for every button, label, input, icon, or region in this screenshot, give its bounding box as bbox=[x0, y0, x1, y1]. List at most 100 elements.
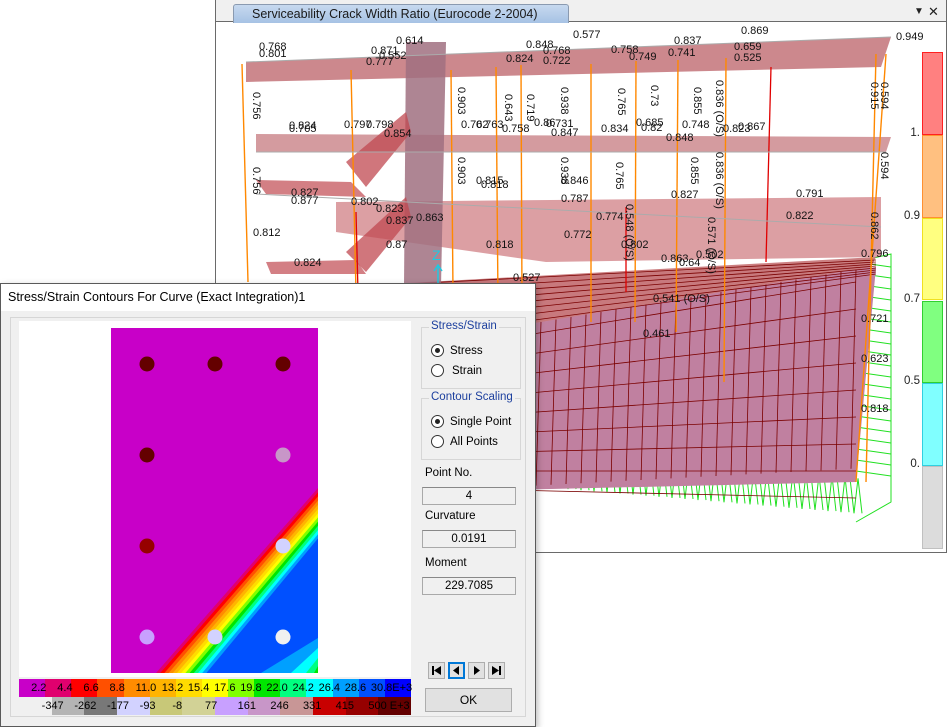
ratio-label: 0.903 bbox=[455, 87, 467, 115]
scale-label: 246 bbox=[270, 700, 289, 712]
ratio-label: 0.774 bbox=[596, 211, 624, 223]
ratio-label: 0.824 bbox=[506, 53, 534, 65]
close-icon[interactable]: ✕ bbox=[928, 4, 939, 20]
skip-last-icon bbox=[492, 666, 501, 675]
ratio-label: 0.837 bbox=[386, 215, 414, 227]
legend-band bbox=[922, 52, 943, 135]
radio-indicator[interactable] bbox=[431, 344, 444, 357]
scale-label: 8.8 bbox=[109, 682, 125, 694]
ratio-label: 0.777 bbox=[366, 56, 394, 68]
ratio-label: 0.722 bbox=[543, 55, 571, 67]
rebar-point[interactable] bbox=[139, 629, 155, 645]
ratio-label: 0.765 bbox=[613, 162, 625, 190]
ratio-label: 0.938 bbox=[558, 87, 570, 115]
point-no-value: 4 bbox=[422, 487, 516, 505]
z-axis-label: Z bbox=[432, 247, 441, 263]
strain-radio[interactable]: Strain bbox=[431, 364, 482, 377]
moment-label: Moment bbox=[425, 557, 467, 569]
ratio-label: 0.834 bbox=[601, 123, 629, 135]
ratio-label: 0.756 bbox=[250, 167, 262, 195]
first-point-button[interactable] bbox=[428, 662, 445, 679]
rebar-point[interactable] bbox=[139, 538, 155, 554]
scale-label: 2.2 bbox=[31, 682, 47, 694]
skip-first-icon bbox=[432, 666, 441, 675]
ratio-label: 0.525 bbox=[734, 52, 762, 64]
stress-strain-group: Stress/Strain Stress Strain bbox=[421, 320, 521, 389]
ratio-label: 0.82 bbox=[641, 122, 662, 134]
rebar-point[interactable] bbox=[275, 447, 291, 463]
ratio-label: 0.823 bbox=[376, 203, 404, 215]
rebar-point[interactable] bbox=[207, 629, 223, 645]
ratio-label: 0.571 (O/S) bbox=[705, 217, 717, 274]
point-navigation bbox=[428, 662, 512, 680]
scale-label: 161 bbox=[237, 700, 257, 712]
rebar-point[interactable] bbox=[139, 356, 155, 372]
tab-crack-width-ratio[interactable]: Serviceability Crack Width Ratio (Euroco… bbox=[233, 4, 569, 23]
ratio-label: 0.877 bbox=[291, 195, 319, 207]
ratio-label: 0.796 bbox=[861, 248, 889, 260]
group-title: Contour Scaling bbox=[429, 391, 515, 403]
ratio-label: 0.787 bbox=[561, 193, 589, 205]
ratio-label: 0.862 bbox=[868, 212, 880, 240]
ratio-label: 0.643 bbox=[502, 94, 514, 122]
legend-band bbox=[922, 134, 943, 218]
stress-radio[interactable]: Stress bbox=[431, 344, 483, 357]
legend-band bbox=[922, 217, 943, 301]
scale-label: 24.2 bbox=[292, 682, 314, 694]
scale-label: 28.6 bbox=[344, 682, 367, 694]
scale-label: 6.6 bbox=[83, 682, 99, 694]
rebar-point[interactable] bbox=[207, 356, 223, 372]
section-contour bbox=[111, 328, 318, 673]
ratio-label: 0.818 bbox=[861, 403, 889, 415]
ratio-label: 0.763 bbox=[476, 119, 504, 131]
all-points-radio[interactable]: All Points bbox=[431, 435, 498, 448]
ratio-label: 0.802 bbox=[351, 196, 379, 208]
legend-band bbox=[922, 466, 943, 549]
scale-label: 13.2 bbox=[161, 682, 184, 694]
ratio-label: 0.854 bbox=[384, 128, 412, 140]
dialog-body: 2.2 4.4 6.6 8.8 11.0 13.2 15.4 17.6 19.8 22.0 24.2… bbox=[10, 317, 526, 717]
dialog-title: Stress/Strain Contours For Curve (Exact … bbox=[1, 284, 535, 311]
ok-button[interactable]: OK bbox=[425, 688, 512, 712]
ratio-label: 0.818 bbox=[486, 239, 514, 251]
ratio-label: 0.818 bbox=[481, 179, 509, 191]
last-point-button[interactable] bbox=[488, 662, 505, 679]
scale-label: -262 bbox=[74, 700, 97, 712]
rebar-point[interactable] bbox=[139, 447, 155, 463]
contour-scaling-group: Contour Scaling Single Point All Points bbox=[421, 391, 521, 460]
rebar-point[interactable] bbox=[275, 629, 291, 645]
rebar-point[interactable] bbox=[275, 538, 291, 554]
ratio-label: 0.594 bbox=[878, 152, 890, 180]
next-point-button[interactable] bbox=[468, 662, 485, 679]
ratio-label: 0.749 bbox=[629, 51, 657, 63]
scale-label: 4.4 bbox=[57, 682, 73, 694]
ratio-label: 0.719 bbox=[524, 94, 536, 122]
single-point-radio[interactable]: Single Point bbox=[431, 415, 511, 428]
rebar-point[interactable] bbox=[275, 356, 291, 372]
group-title: Stress/Strain bbox=[429, 320, 499, 332]
legend-band bbox=[922, 383, 943, 467]
radio-indicator[interactable] bbox=[431, 415, 444, 428]
ratio-label: 0.847 bbox=[551, 127, 579, 139]
scale-label: -177 bbox=[107, 700, 130, 712]
ratio-label: 0.541 (O/S) bbox=[653, 293, 710, 305]
radio-indicator[interactable] bbox=[431, 435, 444, 448]
ratio-label: 0.822 bbox=[786, 210, 814, 222]
ratio-label: 0.705 bbox=[289, 123, 317, 135]
ratio-label: 0.623 bbox=[861, 353, 889, 365]
triangle-down-icon[interactable]: ▼ bbox=[914, 6, 924, 17]
ratio-label: 0.855 bbox=[688, 157, 700, 185]
contour-plot bbox=[19, 321, 411, 677]
ratio-label: 0.836 (O/S) bbox=[713, 80, 725, 137]
legend-label: 0.5 bbox=[904, 375, 920, 388]
ratio-label: 0.721 bbox=[861, 313, 889, 325]
scale-label: 11.0 bbox=[135, 682, 157, 694]
ratio-label: 0.855 bbox=[691, 87, 703, 115]
steel-stress-scale: -347 -262 -177 -93 -8 77 161 246 331 415 500 E+3 bbox=[19, 697, 411, 715]
scale-label: 26.4 bbox=[318, 682, 341, 694]
tab-strip: Serviceability Crack Width Ratio (Euroco… bbox=[216, 0, 946, 23]
previous-point-button[interactable] bbox=[448, 662, 465, 679]
scale-label: -8 bbox=[172, 700, 183, 712]
previous-icon bbox=[453, 666, 459, 675]
radio-indicator[interactable] bbox=[431, 364, 444, 377]
